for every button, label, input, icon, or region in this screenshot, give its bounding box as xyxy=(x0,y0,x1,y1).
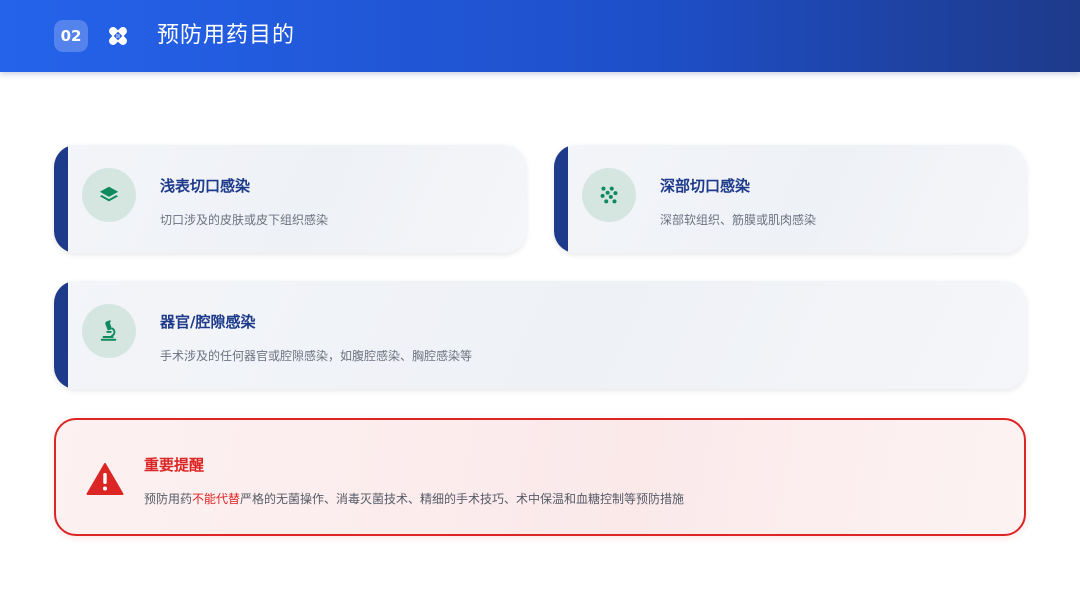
card-description: 切口涉及的皮肤或皮下组织感染 xyxy=(160,213,329,227)
warning-title: 重要提醒 xyxy=(144,456,205,474)
warning-text-emphasis: 不能代替 xyxy=(192,492,241,506)
warning-text: 预防用药不能代替严格的无菌操作、消毒灭菌技术、精细的手术技巧、术中保温和血糖控制… xyxy=(144,490,684,507)
card-description: 手术涉及的任何器官或腔隙感染，如腹腔感染、胸腔感染等 xyxy=(160,349,473,363)
important-reminder-box: 重要提醒 预防用药不能代替严格的无菌操作、消毒灭菌技术、精细的手术技巧、术中保温… xyxy=(54,418,1026,536)
card-icon-circle xyxy=(82,304,136,358)
card-deep-incision: 深部切口感染 深部软组织、筋膜或肌肉感染 xyxy=(554,145,1026,253)
card-organ-space: 器官/腔隙感染 手术涉及的任何器官或腔隙感染，如腹腔感染、胸腔感染等 xyxy=(54,281,1026,389)
warning-text-prefix: 预防用药 xyxy=(144,492,193,506)
card-accent-bar xyxy=(54,145,68,253)
card-superficial-incision: 浅表切口感染 切口涉及的皮肤或皮下组织感染 xyxy=(54,145,526,253)
layers-icon xyxy=(99,186,119,202)
bandage-icon xyxy=(109,27,127,45)
card-accent-bar xyxy=(554,145,568,253)
card-accent-bar xyxy=(54,281,68,389)
warning-triangle-icon xyxy=(86,463,124,495)
card-title: 器官/腔隙感染 xyxy=(160,313,256,331)
warning-text-suffix: 严格的无菌操作、消毒灭菌技术、精细的手术技巧、术中保温和血糖控制等预防措施 xyxy=(240,492,685,506)
card-icon-circle xyxy=(82,168,136,222)
card-title: 浅表切口感染 xyxy=(160,177,251,195)
page-title: 预防用药目的 xyxy=(157,23,296,48)
card-description: 深部软组织、筋膜或肌肉感染 xyxy=(660,213,817,227)
card-icon-circle xyxy=(582,168,636,222)
section-number-badge: 02 xyxy=(54,20,88,52)
microscope-icon xyxy=(100,320,117,341)
header-bar: 02 预防用药目的 xyxy=(0,0,1080,72)
bacteria-icon xyxy=(600,186,618,204)
card-title: 深部切口感染 xyxy=(660,177,751,195)
